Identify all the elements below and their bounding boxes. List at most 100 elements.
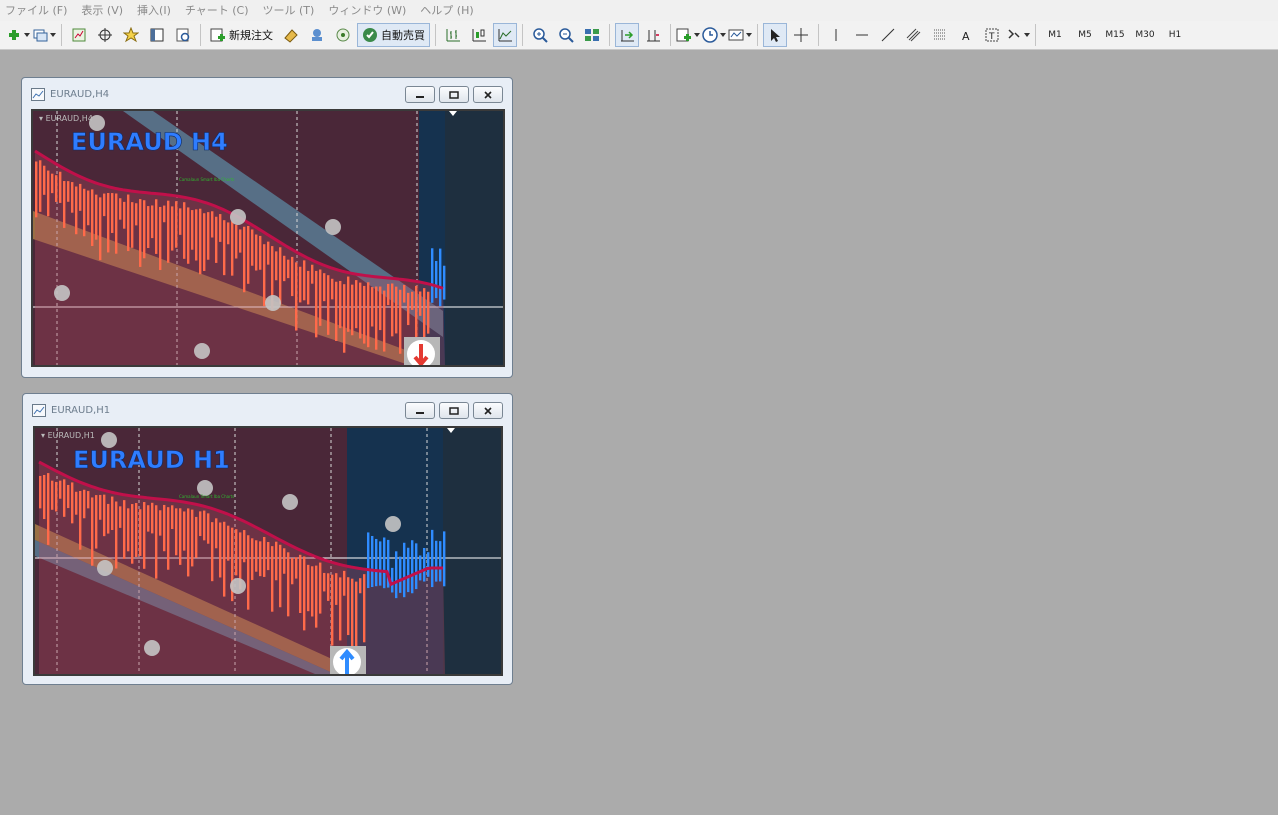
vertical-line-button[interactable] (824, 23, 848, 47)
cross-button[interactable] (789, 23, 813, 47)
menu-insert[interactable]: 挿入(I) (132, 0, 180, 21)
window-titlebar[interactable]: EURAUD,H4 (22, 78, 512, 108)
navigator-button[interactable] (119, 23, 143, 47)
period-button[interactable] (702, 23, 726, 47)
trend-line-button[interactable] (876, 23, 900, 47)
window-title: EURAUD,H1 (51, 405, 111, 416)
menu-window[interactable]: ウィンドウ (W) (323, 0, 415, 21)
candle (207, 513, 210, 544)
trend-line-icon (881, 28, 895, 42)
cursor-button[interactable] (763, 23, 787, 47)
candle (175, 201, 178, 248)
timeframe-h1-button[interactable]: H1 (1161, 23, 1189, 47)
candle (303, 260, 306, 301)
candle (163, 504, 166, 552)
candle (227, 525, 230, 561)
timeframe-m1-button[interactable]: M1 (1041, 23, 1069, 47)
text-icon: A (962, 30, 970, 43)
chart-window-euraud-h1[interactable]: EURAUD,H1 ▾ EURAUD,H1 EURAUD H1 Camalaun… (22, 393, 513, 685)
metaeditor-button[interactable] (279, 23, 303, 47)
autoscroll-button[interactable] (615, 23, 639, 47)
zoom-in-button[interactable] (528, 23, 552, 47)
candle (351, 284, 354, 336)
candle (375, 286, 378, 350)
menu-view[interactable]: 表示 (V) (76, 0, 132, 21)
candle (71, 482, 74, 524)
profiles-button[interactable] (32, 23, 56, 47)
horizontal-line-button[interactable] (850, 23, 874, 47)
templates-button[interactable] (728, 23, 752, 47)
tile-windows-button[interactable] (580, 23, 604, 47)
toolbar-separator (522, 24, 523, 46)
candle (239, 229, 242, 253)
candle (63, 181, 66, 228)
signals-button[interactable] (305, 23, 329, 47)
restore-icon (449, 90, 459, 99)
zoom-out-button[interactable] (554, 23, 578, 47)
timeframe-m30-button[interactable]: M30 (1131, 23, 1159, 47)
minimize-button[interactable] (405, 86, 435, 103)
window-titlebar[interactable]: EURAUD,H1 (23, 394, 512, 424)
candle (139, 199, 142, 267)
candle (307, 270, 310, 305)
restore-button[interactable] (439, 402, 469, 419)
new-chart-button[interactable] (6, 23, 30, 47)
crosshair-button[interactable] (93, 23, 117, 47)
new-order-label: 新規注文 (229, 29, 273, 42)
close-button[interactable] (473, 402, 503, 419)
menu-chart[interactable]: チャート (C) (180, 0, 258, 21)
candle (403, 284, 406, 303)
menu-file[interactable]: ファイル (F) (0, 0, 76, 21)
label-button[interactable]: T (980, 23, 1004, 47)
auto-trade-button[interactable]: 自動売買 (357, 23, 430, 47)
minimize-button[interactable] (405, 402, 435, 419)
candle-chart-button[interactable] (467, 23, 491, 47)
close-button[interactable] (473, 86, 503, 103)
equidistant-channel-icon (906, 28, 921, 42)
tester-button[interactable] (171, 23, 195, 47)
candle (295, 262, 298, 331)
equidistant-channel-button[interactable] (902, 23, 926, 47)
candle (235, 529, 238, 576)
market-watch-button[interactable] (67, 23, 91, 47)
candle (431, 248, 434, 303)
price-chart[interactable]: ▾ EURAUD,H1 EURAUD H1 Camalaun Smart Iba… (35, 428, 501, 674)
candle (219, 522, 222, 578)
new-order-button[interactable]: 新規注文 (206, 23, 277, 47)
auto-trade-label: 自動売買 (381, 29, 425, 42)
line-chart-button[interactable] (493, 23, 517, 47)
candle (83, 489, 86, 519)
candle (103, 193, 106, 217)
candle (247, 225, 250, 284)
arrows-button[interactable] (1006, 23, 1030, 47)
radio-button[interactable] (331, 23, 355, 47)
toolbar-separator (757, 24, 758, 46)
candle (407, 547, 410, 593)
chart-area[interactable]: ▾ EURAUD,H1 EURAUD H1 Camalaun Smart Iba… (33, 426, 503, 676)
chart-watermark: Camalaun Smart Iba Charts (179, 177, 234, 182)
chart-window-euraud-h4[interactable]: EURAUD,H4 ▾ EURAUD,H4 EURAUD H4 Camalaun… (21, 77, 513, 378)
chart-symbol-label: ▾ EURAUD,H4 (39, 114, 93, 123)
timeframe-m5-button[interactable]: M5 (1071, 23, 1099, 47)
candle (95, 495, 98, 549)
timeframe-m15-button[interactable]: M15 (1101, 23, 1129, 47)
text-button[interactable]: A (954, 23, 978, 47)
menu-tools[interactable]: ツール (T) (258, 0, 324, 21)
candle (139, 509, 142, 556)
candle (127, 194, 130, 252)
candle (347, 276, 350, 332)
price-chart[interactable]: ▾ EURAUD,H4 EURAUD H4 Camalaun Smart Iba… (33, 111, 503, 365)
menu-help[interactable]: ヘルプ (H) (415, 0, 482, 21)
bar-chart-button[interactable] (441, 23, 465, 47)
chart-overlay-title: EURAUD H1 (73, 446, 230, 474)
restore-button[interactable] (439, 86, 469, 103)
fibonacci-button[interactable] (928, 23, 952, 47)
candle (419, 291, 422, 316)
candle (227, 222, 230, 245)
indicators-button[interactable] (676, 23, 700, 47)
candle (159, 206, 162, 271)
terminal-icon (150, 28, 164, 42)
terminal-button[interactable] (145, 23, 169, 47)
chart-area[interactable]: ▾ EURAUD,H4 EURAUD H4 Camalaun Smart Iba… (31, 109, 505, 367)
chart-shift-button[interactable] (641, 23, 665, 47)
